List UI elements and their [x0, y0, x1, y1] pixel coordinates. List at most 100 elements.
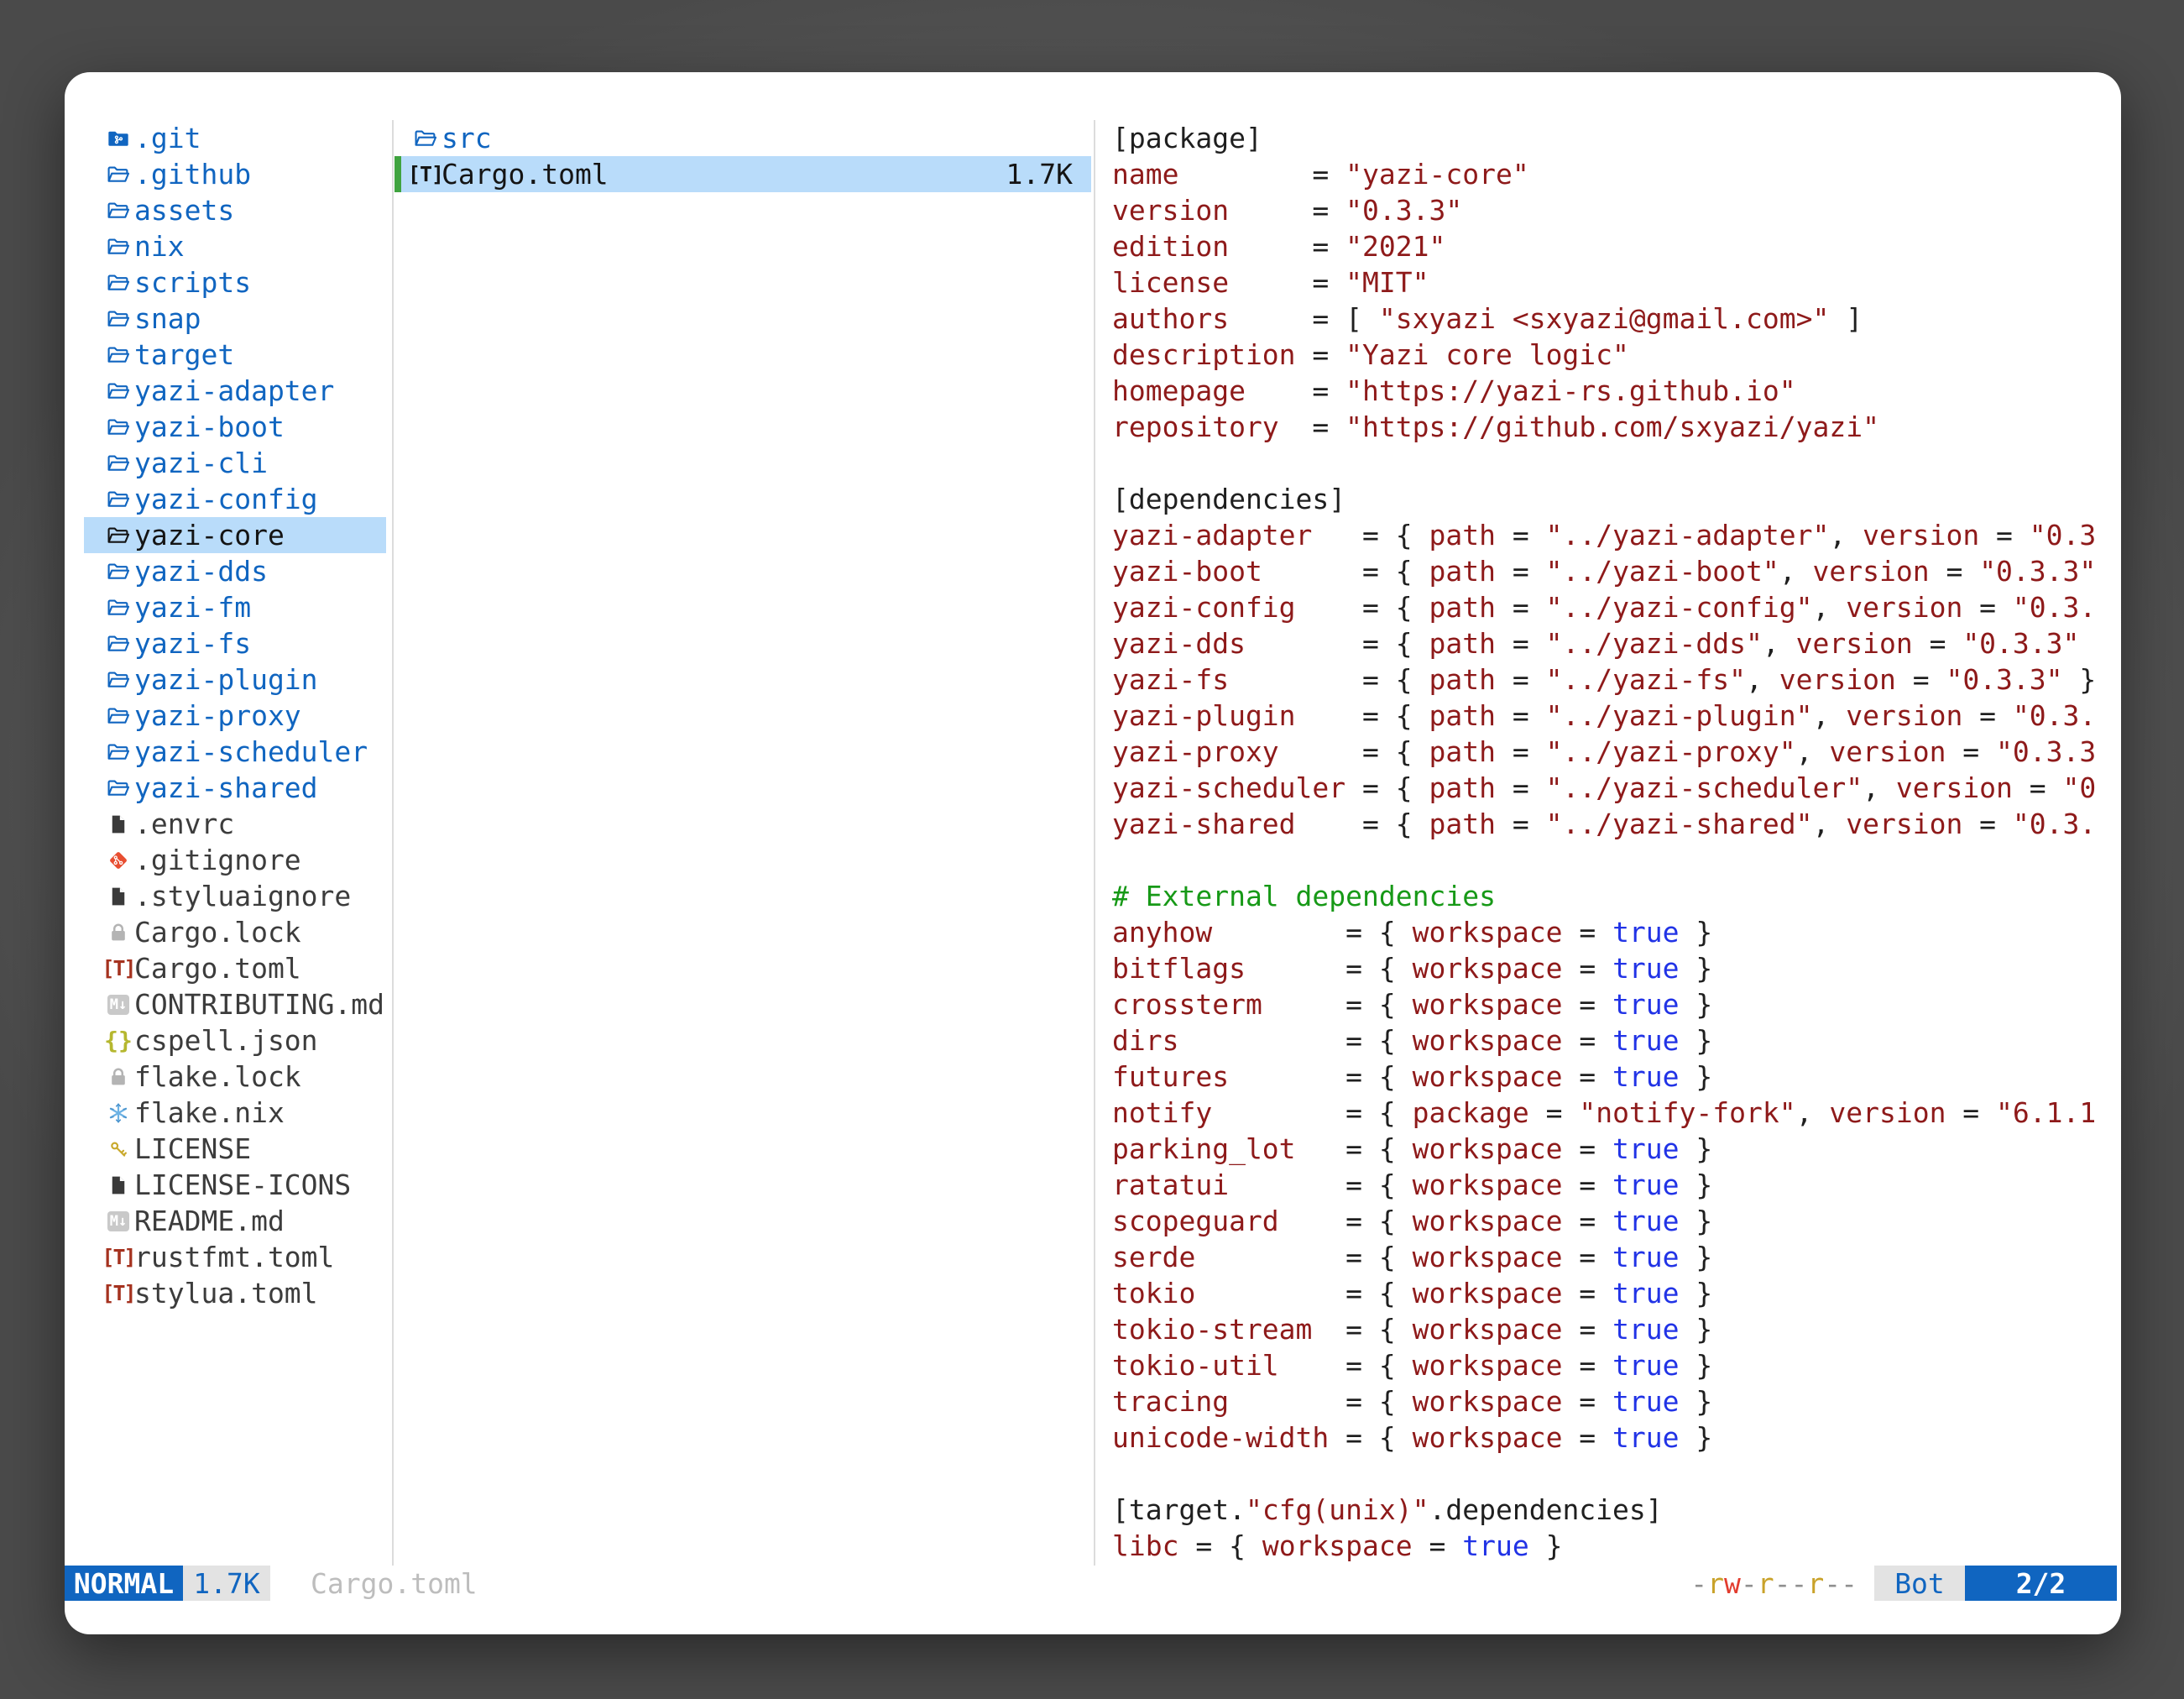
file-row[interactable]: flake.nix [84, 1095, 386, 1131]
statusbar-filename: Cargo.toml [311, 1566, 478, 1601]
folder-icon [102, 593, 134, 623]
code-line: yazi-adapter = { path = "../yazi-adapter… [1112, 517, 2108, 553]
code-line: [dependencies] [1112, 481, 2108, 517]
file-row[interactable]: yazi-fs [84, 625, 386, 661]
git-icon [102, 845, 134, 876]
file-row[interactable]: LICENSE [84, 1131, 386, 1167]
code-line: authors = [ "sxyazi <sxyazi@gmail.com>" … [1112, 301, 2108, 337]
file-name: yazi-scheduler [134, 734, 368, 770]
code-line [1112, 842, 2108, 878]
file-row[interactable]: yazi-boot [84, 409, 386, 445]
status-bar: NORMAL 1.7K Cargo.toml -rw-r--r-- Bot 2/… [65, 1566, 2121, 1601]
folder-icon [102, 232, 134, 262]
file-row[interactable]: yazi-plugin [84, 661, 386, 698]
file-name: flake.lock [134, 1059, 301, 1095]
folder-icon [102, 196, 134, 226]
file-row[interactable]: Cargo.lock [84, 914, 386, 950]
code-line: [target."cfg(unix)".dependencies] [1112, 1492, 2108, 1528]
current-directory-pane[interactable]: src[T]Cargo.toml1.7K [394, 120, 1091, 192]
folder-icon [102, 520, 134, 551]
file-row[interactable]: yazi-scheduler [84, 734, 386, 770]
markdown-icon: M↓ [102, 1206, 134, 1236]
code-line: anyhow = { workspace = true } [1112, 914, 2108, 950]
pane-separator [392, 120, 394, 1566]
toml-icon: [T] [102, 1242, 134, 1273]
file-row[interactable]: [T]Cargo.toml [84, 950, 386, 986]
file-row[interactable]: yazi-config [84, 481, 386, 517]
code-line: description = "Yazi core logic" [1112, 337, 2108, 373]
file-row[interactable]: .styluaignore [84, 878, 386, 914]
file-name: .styluaignore [134, 878, 351, 914]
lock-icon [102, 1062, 134, 1092]
file-row[interactable]: {}cspell.json [84, 1022, 386, 1059]
file-row[interactable]: yazi-cli [84, 445, 386, 481]
file-row[interactable]: yazi-dds [84, 553, 386, 589]
file-row[interactable]: .gitignore [84, 842, 386, 878]
file-row[interactable]: yazi-adapter [84, 373, 386, 409]
file-row[interactable]: LICENSE-ICONS [84, 1167, 386, 1203]
code-line: yazi-fs = { path = "../yazi-fs", version… [1112, 661, 2108, 698]
code-line: tokio-stream = { workspace = true } [1112, 1311, 2108, 1347]
code-line: repository = "https://github.com/sxyazi/… [1112, 409, 2108, 445]
file-row[interactable]: target [84, 337, 386, 373]
file-row[interactable]: flake.lock [84, 1059, 386, 1095]
folder-icon [102, 304, 134, 334]
file-name: yazi-adapter [134, 373, 334, 409]
code-line: dirs = { workspace = true } [1112, 1022, 2108, 1059]
folder-icon [102, 340, 134, 370]
code-line: tracing = { workspace = true } [1112, 1383, 2108, 1419]
desktop-background: .git.githubassetsnixscriptssnaptargetyaz… [0, 0, 2184, 1699]
file-name: scripts [134, 264, 251, 301]
file-name: .envrc [134, 806, 234, 842]
file-name: yazi-plugin [134, 661, 318, 698]
file-row[interactable]: .git [84, 120, 386, 156]
file-name: yazi-dds [134, 553, 268, 589]
file-permissions: -rw-r--r-- [1690, 1566, 1857, 1601]
code-line: parking_lot = { workspace = true } [1112, 1131, 2108, 1167]
file-row[interactable]: [T]Cargo.toml1.7K [394, 156, 1091, 192]
file-name: yazi-proxy [134, 698, 301, 734]
file-row[interactable]: .envrc [84, 806, 386, 842]
file-row[interactable]: M↓CONTRIBUTING.md [84, 986, 386, 1022]
code-line: yazi-plugin = { path = "../yazi-plugin",… [1112, 698, 2108, 734]
yazi-file-manager-window: .git.githubassetsnixscriptssnaptargetyaz… [65, 72, 2121, 1634]
file-preview-pane[interactable]: [package]name = "yazi-core"version = "0.… [1112, 120, 2108, 1564]
code-line: futures = { workspace = true } [1112, 1059, 2108, 1095]
file-row[interactable]: yazi-core [84, 517, 386, 553]
file-name: yazi-fs [134, 625, 251, 661]
parent-directory-pane[interactable]: .git.githubassetsnixscriptssnaptargetyaz… [84, 120, 386, 1311]
code-line: [package] [1112, 120, 2108, 156]
file-name: flake.nix [134, 1095, 285, 1131]
folder-icon [102, 412, 134, 442]
code-line: ratatui = { workspace = true } [1112, 1167, 2108, 1203]
file-name: snap [134, 301, 201, 337]
file-row[interactable]: .github [84, 156, 386, 192]
file-name: Cargo.toml [442, 156, 609, 192]
file-row[interactable]: nix [84, 228, 386, 264]
file-name: Cargo.toml [134, 950, 301, 986]
file-row[interactable]: assets [84, 192, 386, 228]
file-row[interactable]: [T]stylua.toml [84, 1275, 386, 1311]
file-row[interactable]: snap [84, 301, 386, 337]
lock-icon [102, 917, 134, 948]
file-row[interactable]: [T]rustfmt.toml [84, 1239, 386, 1275]
folder-icon [102, 159, 134, 190]
file-row[interactable]: scripts [84, 264, 386, 301]
folder-icon [102, 448, 134, 478]
code-line: yazi-config = { path = "../yazi-config",… [1112, 589, 2108, 625]
file-row[interactable]: yazi-shared [84, 770, 386, 806]
toml-icon: [T] [102, 954, 134, 984]
file-name: yazi-core [134, 517, 285, 553]
git-folder-icon [102, 123, 134, 154]
file-icon [102, 809, 134, 839]
file-name: yazi-cli [134, 445, 268, 481]
file-row[interactable]: M↓README.md [84, 1203, 386, 1239]
file-row[interactable]: yazi-fm [84, 589, 386, 625]
code-line: edition = "2021" [1112, 228, 2108, 264]
file-row[interactable]: src [394, 120, 1091, 156]
file-name: .git [134, 120, 201, 156]
file-size: 1.7K [1006, 156, 1091, 192]
folder-icon [102, 737, 134, 767]
file-name: target [134, 337, 234, 373]
file-row[interactable]: yazi-proxy [84, 698, 386, 734]
